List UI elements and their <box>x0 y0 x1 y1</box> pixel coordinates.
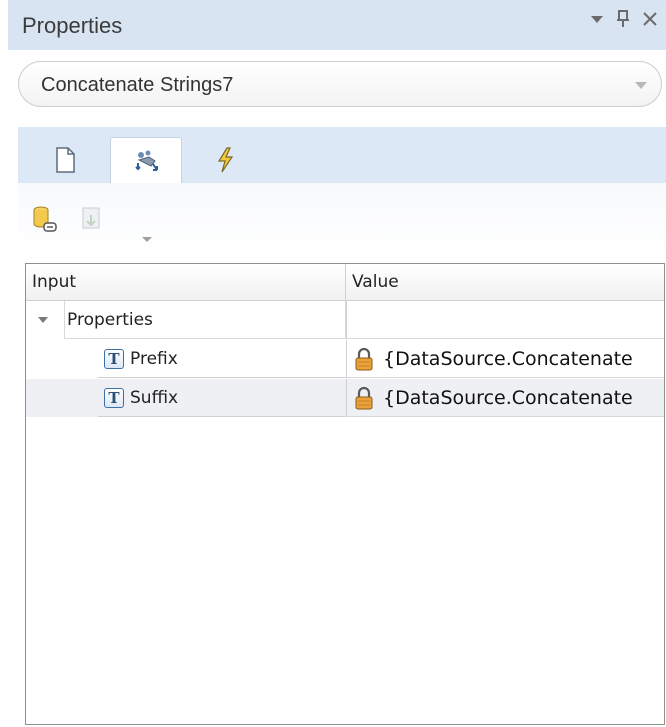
tab-general[interactable] <box>30 137 102 183</box>
column-header-value[interactable]: Value <box>346 264 664 300</box>
chevron-down-icon <box>635 82 647 89</box>
column-header-input[interactable]: Input <box>26 264 346 300</box>
property-name: Suffix <box>130 388 179 408</box>
table-row[interactable]: T Suffix {DataSource.Concatenate <box>26 379 664 417</box>
properties-grid: Input Value Properties T Prefix {DataSou… <box>25 263 665 725</box>
collapse-icon[interactable] <box>38 317 48 323</box>
property-name-cell[interactable]: T Prefix <box>98 340 346 378</box>
table-row[interactable]: T Prefix {DataSource.Concatenate <box>26 340 664 378</box>
group-row-properties[interactable]: Properties <box>26 301 664 339</box>
object-selector-value: Concatenate Strings7 <box>41 74 234 96</box>
properties-toolbar <box>18 183 666 253</box>
property-value-cell[interactable]: {DataSource.Concatenate <box>346 379 664 417</box>
property-name: Prefix <box>130 349 178 369</box>
panel-title-bar: Properties <box>8 0 666 50</box>
panel-controls <box>590 10 658 28</box>
panel-title: Properties <box>22 13 123 38</box>
pin-icon[interactable] <box>616 10 630 28</box>
property-value-cell[interactable]: {DataSource.Concatenate <box>346 340 664 378</box>
grid-header: Input Value <box>26 264 664 301</box>
property-name-cell[interactable]: T Suffix <box>98 379 346 417</box>
event-lightning-icon <box>217 147 234 173</box>
export-icon <box>82 207 100 229</box>
close-icon[interactable] <box>642 11 658 27</box>
group-value-cell <box>346 301 664 339</box>
properties-tab-strip <box>18 127 666 184</box>
tab-data[interactable] <box>110 137 182 184</box>
link-datasource-button[interactable] <box>32 205 58 235</box>
export-button[interactable] <box>80 205 106 235</box>
dropdown-menu-icon[interactable] <box>590 12 604 26</box>
object-selector-dropdown[interactable]: Concatenate Strings7 <box>18 61 662 107</box>
property-value: {DataSource.Concatenate <box>383 348 633 370</box>
lock-icon <box>355 347 373 371</box>
lock-icon <box>355 386 373 410</box>
toolbar-more-dropdown[interactable] <box>142 237 152 242</box>
group-label: Properties <box>64 301 346 339</box>
link-datasource-icon <box>33 206 57 232</box>
text-type-icon: T <box>104 388 124 408</box>
data-mapping-icon <box>135 150 158 171</box>
tab-events[interactable] <box>190 137 262 183</box>
document-icon <box>56 147 75 173</box>
text-type-icon: T <box>104 349 124 369</box>
property-value: {DataSource.Concatenate <box>383 387 633 409</box>
